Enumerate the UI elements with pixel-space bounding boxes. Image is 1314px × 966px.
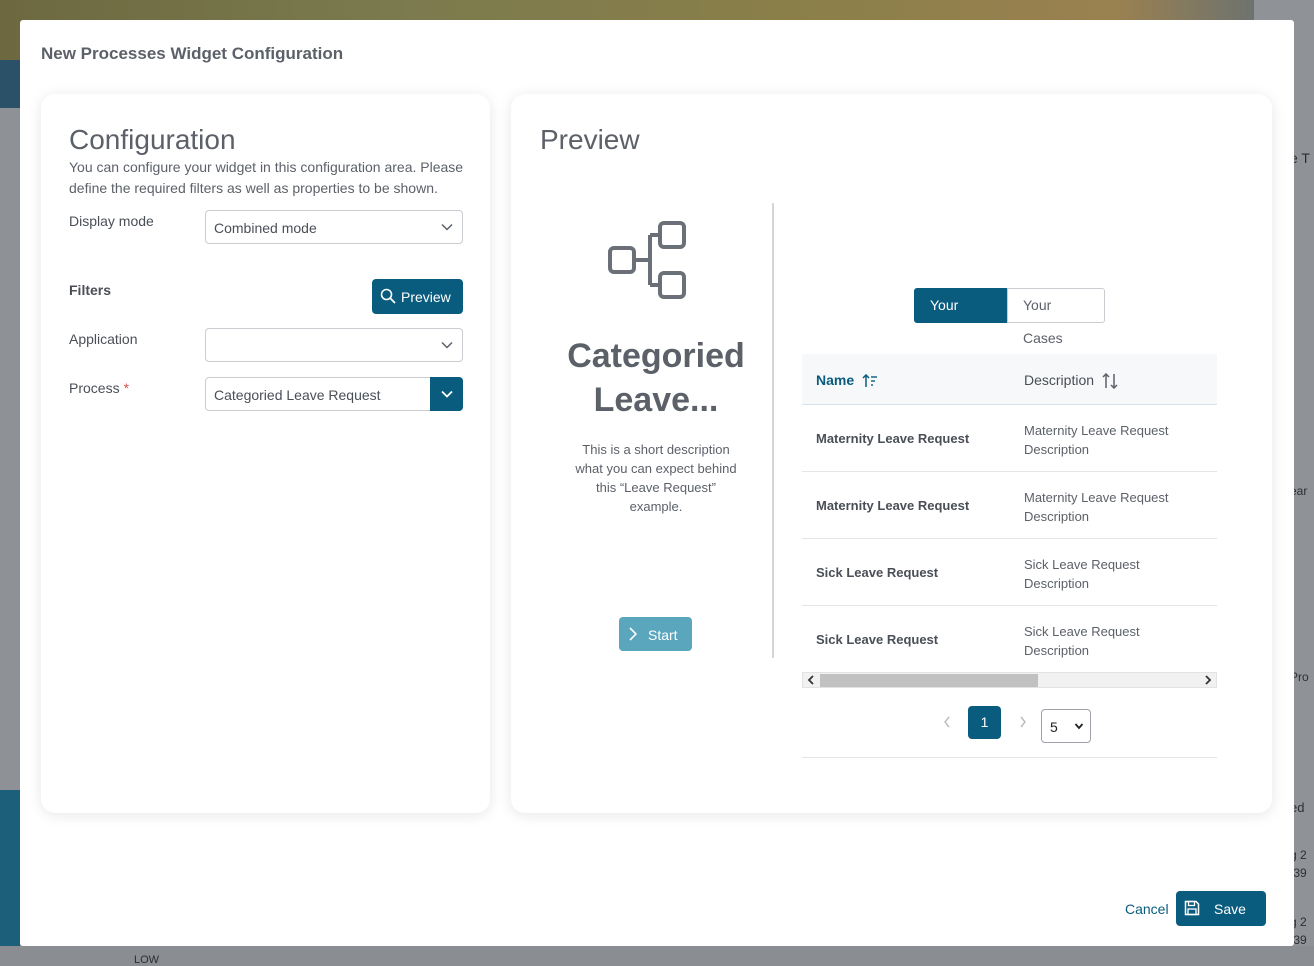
next-page-icon[interactable] (1018, 716, 1028, 728)
display-mode-select[interactable]: Combined mode (205, 210, 463, 244)
table-row[interactable]: Sick Leave Request Sick Leave Request De… (802, 539, 1217, 606)
process-select[interactable]: Categoried Leave Request (205, 377, 463, 411)
row-name: Maternity Leave Request (816, 431, 970, 446)
table-row[interactable]: Maternity Leave Request Maternity Leave … (802, 472, 1217, 539)
save-icon (1184, 900, 1200, 916)
previous-page-icon[interactable] (942, 716, 952, 728)
row-name: Sick Leave Request (816, 565, 939, 580)
row-name: Sick Leave Request (816, 632, 939, 647)
process-description: This is a short description what you can… (575, 442, 737, 514)
configuration-card: Configuration You can configure your wid… (41, 94, 490, 813)
cancel-button[interactable]: Cancel (1125, 901, 1169, 917)
scrollbar-thumb[interactable] (820, 674, 1038, 687)
chevron-down-icon (441, 223, 453, 231)
process-label: Process * (69, 380, 129, 396)
row-description: Maternity Leave Request Description (1024, 423, 1169, 457)
application-label: Application (69, 331, 138, 347)
chevron-down-icon (1074, 723, 1084, 730)
start-button[interactable]: Start (619, 617, 692, 651)
table-row[interactable]: Maternity Leave Request Maternity Leave … (802, 405, 1217, 472)
row-name: Maternity Leave Request (816, 498, 970, 513)
display-mode-label: Display mode (69, 213, 154, 229)
preview-card: Preview Categoried Leave... This is a sh… (511, 94, 1272, 813)
column-header-name[interactable]: Name (816, 372, 878, 388)
background-bottom (0, 946, 1314, 966)
sort-ascending-icon (862, 374, 878, 388)
preview-button[interactable]: Preview (372, 279, 463, 314)
save-button[interactable]: Save (1176, 891, 1266, 926)
widget-config-modal: New Processes Widget Configuration Confi… (20, 20, 1294, 946)
pagination: 1 5 (802, 706, 1217, 758)
sort-both-icon (1102, 373, 1118, 390)
column-header-description[interactable]: Description (1024, 372, 1118, 390)
search-icon (380, 288, 396, 304)
filters-label: Filters (69, 282, 112, 298)
scroll-left-icon[interactable] (806, 675, 816, 685)
process-icon (608, 221, 686, 299)
display-mode-value: Combined mode (214, 220, 317, 236)
background-text: LOW (134, 954, 160, 966)
process-dropdown-button[interactable] (430, 377, 463, 411)
preview-divider (772, 203, 774, 658)
chevron-down-icon (441, 341, 453, 349)
start-button-label: Start (648, 627, 678, 643)
configuration-heading: Configuration (69, 124, 236, 155)
required-mark: * (123, 380, 130, 396)
chevron-down-icon (441, 390, 453, 398)
preview-button-label: Preview (401, 289, 451, 305)
table-row[interactable]: Sick Leave Request Sick Leave Request De… (802, 606, 1217, 673)
application-select[interactable] (205, 328, 463, 362)
horizontal-scrollbar[interactable] (802, 672, 1217, 688)
tab-your-tasks[interactable]: Your Tasks (914, 288, 1007, 346)
page-number-button[interactable]: 1 (968, 706, 1001, 739)
process-label-text: Process (69, 380, 120, 396)
background-left-accent (0, 790, 20, 950)
process-value: Categoried Leave Request (214, 387, 381, 403)
row-description: Sick Leave Request Description (1024, 624, 1140, 658)
page-size-select[interactable]: 5 (1041, 709, 1091, 743)
tab-your-cases[interactable]: Your Cases (1007, 288, 1105, 346)
column-header-label: Description (1024, 372, 1095, 388)
preview-heading: Preview (540, 124, 640, 155)
chevron-right-icon (629, 627, 638, 641)
table-header: Name Description (802, 354, 1217, 405)
scroll-right-icon[interactable] (1203, 675, 1213, 685)
column-header-label: Name (816, 372, 855, 388)
process-title: Categoried Leave... (567, 337, 745, 419)
tasks-table: Name Description Maternity Leave Request… (802, 354, 1217, 673)
row-description: Sick Leave Request Description (1024, 557, 1140, 591)
page-size-value: 5 (1050, 719, 1058, 735)
row-description: Maternity Leave Request Description (1024, 490, 1169, 524)
task-case-tabs: Your Tasks Your Cases (914, 288, 1105, 346)
save-button-label: Save (1214, 901, 1246, 917)
modal-title: New Processes Widget Configuration (41, 44, 344, 63)
configuration-description: You can configure your widget in this co… (69, 159, 464, 196)
